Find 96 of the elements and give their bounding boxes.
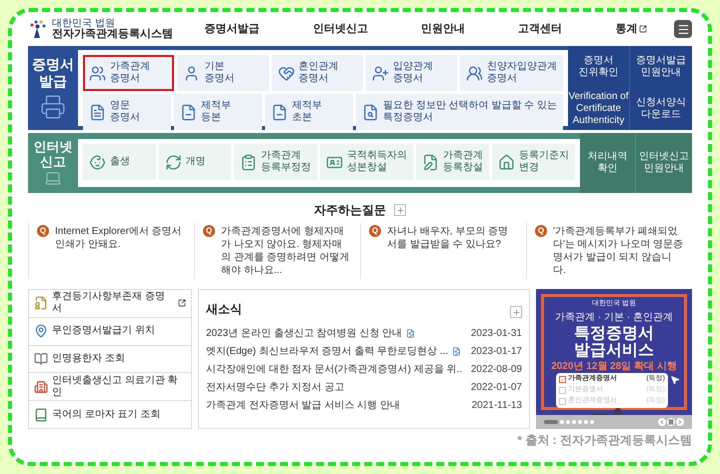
- menu-tile[interactable]: 제적부 등본: [174, 94, 262, 130]
- more-button[interactable]: [510, 306, 522, 318]
- band-link[interactable]: 인터넷신고 민원안내: [636, 133, 692, 193]
- faq-item[interactable]: Q 가족관계증명서에 형제자매가 나오지 않아요. 형제자매의 관계를 증명하려면 어떻게 해야 하나요...: [194, 223, 360, 279]
- house-icon: [498, 154, 515, 170]
- chevron-left-icon: [659, 419, 665, 425]
- document-minus-icon: [271, 104, 288, 120]
- menu-tile[interactable]: 기본 증명서: [177, 55, 268, 91]
- users-icon: [89, 64, 106, 82]
- menu-tile[interactable]: 제적부 초본: [265, 94, 354, 130]
- band-link[interactable]: Verification of Certificate Authenticity: [568, 88, 630, 130]
- menu-tile[interactable]: 필요한 정보만 선택하여 발급할 수 있는 특정증명서: [356, 94, 563, 130]
- nav-link[interactable]: 인터넷신고: [312, 20, 368, 38]
- news-date: 2022-01-07: [470, 380, 522, 394]
- question-badge: Q: [203, 225, 215, 237]
- faq-item[interactable]: Q '가족관계등록부가 폐쇄되었다'는 메시지가 나오며 영문증명서가 발급이 되지 않습니다.: [526, 223, 692, 279]
- quick-link[interactable]: 인터넷출생신고 의료기관 확인: [29, 372, 191, 400]
- menu-tile[interactable]: 개명: [158, 144, 231, 180]
- nav-link[interactable]: 통계: [615, 20, 648, 38]
- band-link[interactable]: 처리내역 확인: [580, 133, 636, 193]
- section-heading: 자주하는질문: [314, 202, 386, 219]
- plus-icon: [512, 308, 520, 316]
- plus-icon: [396, 206, 404, 214]
- external-link-icon: [639, 25, 648, 33]
- menu-tile[interactable]: 등록기준지 변경: [492, 144, 575, 180]
- clipboard-list-icon: [240, 154, 257, 170]
- banner-headline: 특정증명서 발급서비스: [574, 324, 654, 358]
- heart-handshake-icon: [278, 64, 294, 82]
- next-button[interactable]: [676, 418, 684, 426]
- source-caption: * 출처 : 전자가족관계등록시스템: [517, 432, 692, 449]
- menu-tile[interactable]: 출생: [83, 144, 156, 180]
- quick-link[interactable]: 후견등기사항부존재 증명서: [29, 290, 191, 317]
- section-heading: 새소식: [206, 301, 242, 318]
- news-link[interactable]: 가족관계 전자증명서 발급 서비스 시행 안내: [206, 398, 400, 412]
- document-icon: [89, 104, 106, 120]
- attachment-icon: [452, 346, 462, 356]
- chevron-right-icon: [677, 419, 683, 425]
- quick-link[interactable]: 국어의 로마자 표기 조회: [29, 400, 191, 428]
- faq-item[interactable]: Q 자녀나 배우자, 부모의 증명서를 발급받을 수 있나요?: [360, 223, 526, 279]
- menu-tile[interactable]: 영문 증명서: [83, 94, 172, 130]
- menu-tile[interactable]: 가족관계 등록부정정: [234, 144, 317, 180]
- menu-icon: [676, 22, 690, 36]
- menu-tile[interactable]: 국적취득자의 성본창설: [320, 144, 413, 180]
- printer-icon: [40, 94, 66, 120]
- menu-tile[interactable]: 가족관계 등록창설: [416, 144, 489, 180]
- news-link[interactable]: 시각장애인에 대한 점자 문서(가족관계증명서) 제공을 위..: [206, 362, 462, 376]
- users-icon: [466, 64, 483, 82]
- news-date: 2022-08-09: [470, 362, 522, 376]
- news-link[interactable]: 엣지(Edge) 최신브라우저 증명서 출력 무한로딩현상 ...: [206, 344, 462, 358]
- banner-date: 2020년 12월 28일 확대 시행: [551, 360, 677, 374]
- news-date: 2023-01-31: [470, 326, 522, 340]
- news-date: 2023-01-17: [470, 344, 522, 358]
- baby-icon: [89, 154, 106, 170]
- section-title: 증명서 발급: [32, 56, 74, 90]
- faq-item[interactable]: Q Internet Explorer에서 증명서 인쇄가 안돼요.: [28, 223, 194, 279]
- map-pin-icon: [34, 324, 48, 338]
- previous-button[interactable]: [658, 418, 666, 426]
- building-icon: [34, 380, 48, 394]
- book-icon: [34, 352, 48, 366]
- external-link-icon: [178, 299, 186, 308]
- news-link[interactable]: 전자서명수단 추가 지정서 공고: [206, 380, 344, 394]
- emblem-icon: [28, 19, 48, 39]
- band-link[interactable]: 증명서발급 민원안내: [630, 46, 692, 88]
- cursor-icon: [670, 375, 680, 385]
- question-badge: Q: [37, 225, 49, 237]
- org-name: 대한민국 법원: [52, 18, 116, 28]
- menu-tile[interactable]: 입양관계 증명서: [366, 55, 457, 91]
- nav-link[interactable]: 민원안내: [420, 20, 465, 38]
- section-title: 인터넷 신고: [34, 139, 72, 169]
- question-badge: Q: [369, 225, 381, 237]
- nav-link[interactable]: 고객센터: [518, 20, 562, 38]
- news-date: 2021-11-13: [472, 398, 522, 412]
- banner-subtitle: 가족관계 · 기본 · 혼인관계: [555, 310, 673, 324]
- pause-button[interactable]: [667, 418, 675, 426]
- site-title: 전자가족관계등록시스템: [52, 28, 173, 40]
- attachment-icon: [406, 328, 416, 338]
- document-pen-icon: [422, 154, 439, 170]
- document-icon: [34, 296, 48, 310]
- menu-tile[interactable]: 친양자입양관계 증명서: [460, 55, 563, 91]
- question-badge: Q: [535, 225, 547, 237]
- user-plus-icon: [372, 64, 389, 82]
- nav-link[interactable]: 증명서발급: [204, 20, 260, 38]
- more-button[interactable]: [394, 204, 406, 216]
- pause-icon: [668, 419, 674, 425]
- quick-link[interactable]: 무인증명서발급기 위치: [29, 316, 191, 345]
- menu-tile[interactable]: 가족관계 증명서: [83, 55, 174, 91]
- quick-link[interactable]: 인명용한자 조회: [29, 344, 191, 372]
- document-search-icon: [362, 104, 380, 120]
- document-minus-icon: [180, 104, 198, 120]
- refresh-icon: [164, 154, 182, 170]
- band-link[interactable]: 증명서 진위확인: [568, 46, 630, 88]
- book-icon: [34, 408, 48, 422]
- menu-tile[interactable]: 혼인관계 증명서: [272, 55, 363, 91]
- news-link[interactable]: 2023년 온라인 출생신고 참여병원 신청 안내: [206, 326, 416, 340]
- band-link[interactable]: 신청서양식 다운로드: [630, 88, 692, 130]
- menu-button[interactable]: [674, 20, 692, 38]
